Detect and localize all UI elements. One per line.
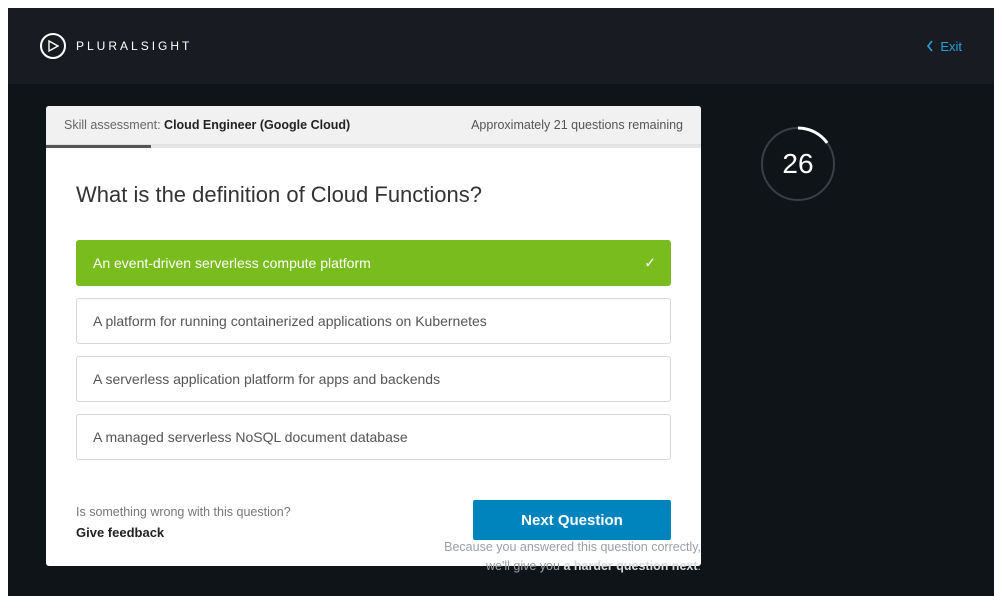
option-1[interactable]: A platform for running containerized app… [76,298,671,344]
assessment-title: Skill assessment: Cloud Engineer (Google… [64,118,350,132]
next-question-button[interactable]: Next Question [473,500,671,540]
result-line2: we'll give you a harder question next. [46,557,701,576]
timer: 26 [760,126,836,202]
question-text: What is the definition of Cloud Function… [76,182,671,208]
brand-name: PLURALSIGHT [76,39,192,53]
option-text: A platform for running containerized app… [93,313,487,329]
exit-label: Exit [940,39,962,54]
result-message: Because you answered this question corre… [46,538,701,576]
feedback-prompt: Is something wrong with this question? [76,505,291,519]
option-2[interactable]: A serverless application platform for ap… [76,356,671,402]
brand: PLURALSIGHT [40,33,192,59]
feedback-block: Is something wrong with this question? G… [76,505,291,540]
chevron-left-icon [926,40,934,52]
progress-fill [46,145,151,148]
options-list: An event-driven serverless compute platf… [76,240,671,460]
card-header: Skill assessment: Cloud Engineer (Google… [46,106,701,145]
card-body: What is the definition of Cloud Function… [46,148,701,566]
question-card: Skill assessment: Cloud Engineer (Google… [46,106,701,566]
pluralsight-logo-icon [40,33,66,59]
option-3[interactable]: A managed serverless NoSQL document data… [76,414,671,460]
option-text: A managed serverless NoSQL document data… [93,429,408,445]
progress-bar [46,145,701,148]
assessment-name: Cloud Engineer (Google Cloud) [164,118,350,132]
app-root: PLURALSIGHT Exit Skill assessment: Cloud… [8,8,994,596]
card-footer: Is something wrong with this question? G… [76,500,671,540]
assessment-label: Skill assessment: [64,118,161,132]
timer-value: 26 [782,148,813,180]
result-line1: Because you answered this question corre… [46,538,701,557]
option-0[interactable]: An event-driven serverless compute platf… [76,240,671,286]
check-icon: ✓ [644,255,656,272]
questions-remaining: Approximately 21 questions remaining [471,118,683,132]
option-text: An event-driven serverless compute platf… [93,255,371,271]
topbar: PLURALSIGHT Exit [8,8,994,84]
exit-link[interactable]: Exit [926,39,962,54]
option-text: A serverless application platform for ap… [93,371,440,387]
